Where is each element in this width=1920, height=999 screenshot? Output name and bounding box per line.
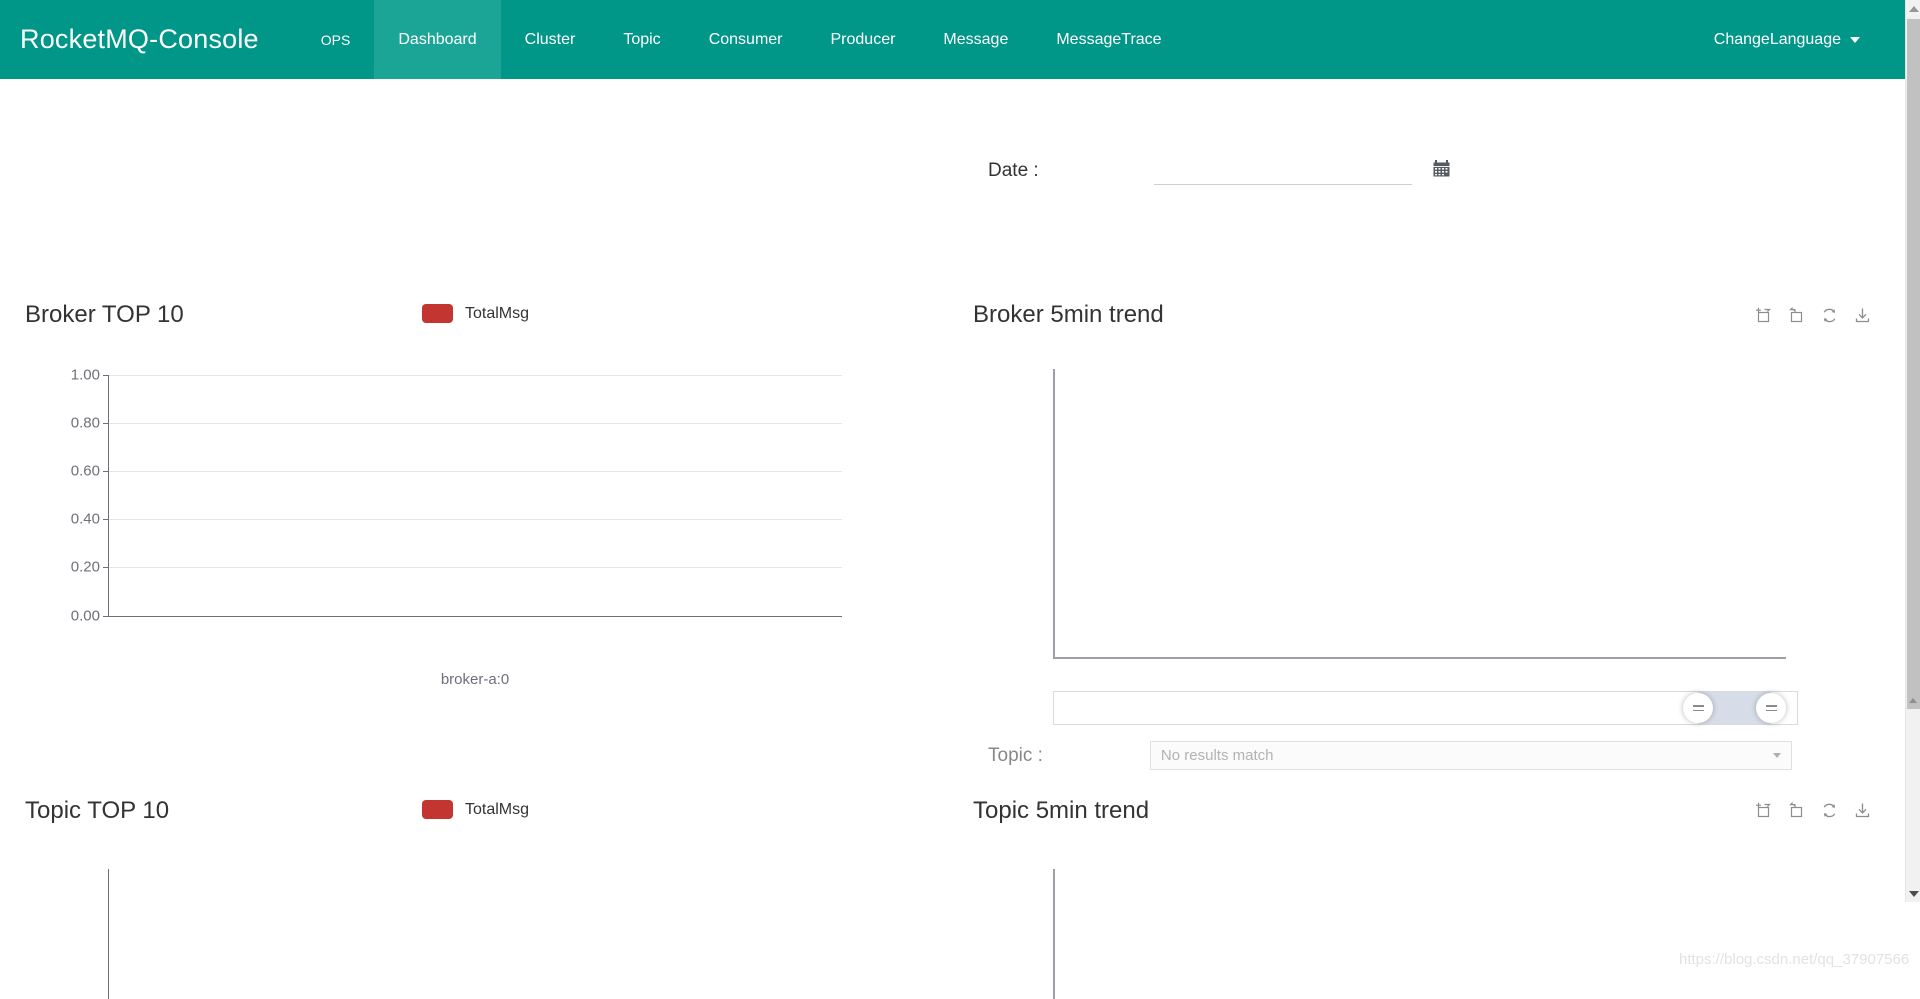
topic-top10-title: Topic TOP 10 — [25, 797, 170, 824]
restore-zoom-icon[interactable] — [1788, 307, 1805, 324]
nav-item-consumer[interactable]: Consumer — [685, 0, 807, 79]
y-tick-mark — [103, 375, 108, 376]
nav-item-dashboard[interactable]: Dashboard — [374, 0, 501, 79]
gridline — [108, 375, 842, 376]
broker-trend-title: Broker 5min trend — [973, 301, 1164, 328]
date-filter: Date : — [988, 157, 1450, 185]
change-language-label: ChangeLanguage — [1713, 30, 1841, 48]
app-brand: RocketMQ-Console — [20, 24, 259, 54]
gridline — [108, 519, 842, 520]
chevron-down-icon — [1772, 753, 1781, 758]
y-tick-mark — [103, 567, 108, 568]
datazoom-handle-right[interactable] — [1756, 693, 1786, 723]
date-label: Date : — [988, 160, 1039, 181]
nav-item-messagetrace[interactable]: MessageTrace — [1032, 0, 1185, 79]
broker-trend-toolbox — [1755, 307, 1871, 324]
nav-item-message[interactable]: Message — [919, 0, 1032, 79]
topic-label: Topic : — [988, 744, 1043, 766]
y-axis-line — [108, 869, 109, 999]
topic-trend-title: Topic 5min trend — [973, 797, 1150, 824]
scroll-down-button[interactable] — [1906, 885, 1920, 902]
refresh-icon[interactable] — [1821, 307, 1838, 324]
y-axis-line — [1053, 869, 1055, 999]
y-axis-line — [108, 375, 109, 617]
gridline — [108, 423, 842, 424]
y-tick-label: 1.00 — [70, 366, 100, 384]
nav-item-cluster[interactable]: Cluster — [501, 0, 600, 79]
calendar-icon[interactable] — [1433, 160, 1450, 182]
y-axis-line — [1053, 369, 1055, 657]
data-zoom-icon[interactable] — [1755, 307, 1772, 324]
y-tick-label: 0.40 — [70, 510, 100, 528]
chevron-up-icon — [1908, 5, 1919, 12]
y-tick-mark — [103, 519, 108, 520]
broker-top10-chart: 1.00 0.80 0.60 0.40 0.20 0.00 broker-a:0 — [0, 79, 900, 719]
topic-select[interactable]: No results match — [1149, 741, 1792, 770]
watermark: https://blog.csdn.net/qq_37907566 — [1679, 951, 1910, 968]
navbar-right: ChangeLanguage — [1714, 0, 1905, 79]
date-input[interactable] — [1153, 157, 1412, 185]
x-axis-line — [1053, 657, 1786, 659]
chevron-down-icon — [1908, 890, 1919, 897]
y-tick-mark — [103, 471, 108, 472]
refresh-icon[interactable] — [1821, 802, 1838, 819]
y-tick-label: 0.80 — [70, 414, 100, 432]
nav-item-producer[interactable]: Producer — [807, 0, 920, 79]
page-scrollbar[interactable] — [1905, 0, 1920, 902]
download-icon[interactable] — [1854, 802, 1871, 819]
y-tick-mark — [103, 616, 108, 617]
y-tick-label: 0.60 — [70, 462, 100, 480]
dashboard-page: Date : Broker TOP 10 TotalMsg 1.00 0.80 … — [0, 79, 1909, 999]
topic-select-value: No results match — [1160, 747, 1274, 764]
y-tick-label: 0.20 — [70, 558, 100, 576]
scrollbar-thumb[interactable] — [1907, 19, 1920, 709]
gridline — [108, 567, 842, 568]
scroll-up-button[interactable] — [1906, 0, 1920, 17]
legend-swatch-totalmsg[interactable] — [422, 800, 453, 819]
download-icon[interactable] — [1854, 307, 1871, 324]
topic-trend-toolbox — [1755, 802, 1871, 819]
gridline — [108, 471, 842, 472]
nav-item-ops[interactable]: OPS — [297, 0, 375, 79]
nav-item-topic[interactable]: Topic — [599, 0, 684, 79]
nav-links: OPS Dashboard Cluster Topic Consumer Pro… — [297, 0, 1186, 79]
y-tick-mark — [103, 423, 108, 424]
x-axis-line — [108, 616, 842, 617]
broker-trend-datazoom-slider[interactable] — [1053, 691, 1798, 725]
chevron-down-icon — [1850, 36, 1860, 43]
restore-zoom-icon[interactable] — [1788, 802, 1805, 819]
datazoom-handle-left[interactable] — [1683, 693, 1713, 723]
scrollbar-grip-icon — [1909, 698, 1917, 703]
legend-label-totalmsg[interactable]: TotalMsg — [465, 801, 529, 819]
x-tick-label: broker-a:0 — [440, 671, 510, 688]
data-zoom-icon[interactable] — [1755, 802, 1772, 819]
change-language-dropdown[interactable]: ChangeLanguage — [1714, 31, 1860, 49]
topic-top10-legend: TotalMsg — [422, 800, 529, 819]
top-navbar: RocketMQ-Console OPS Dashboard Cluster T… — [0, 0, 1905, 79]
topic-filter: Topic : No results match — [988, 741, 1792, 770]
y-tick-label: 0.00 — [70, 607, 100, 625]
